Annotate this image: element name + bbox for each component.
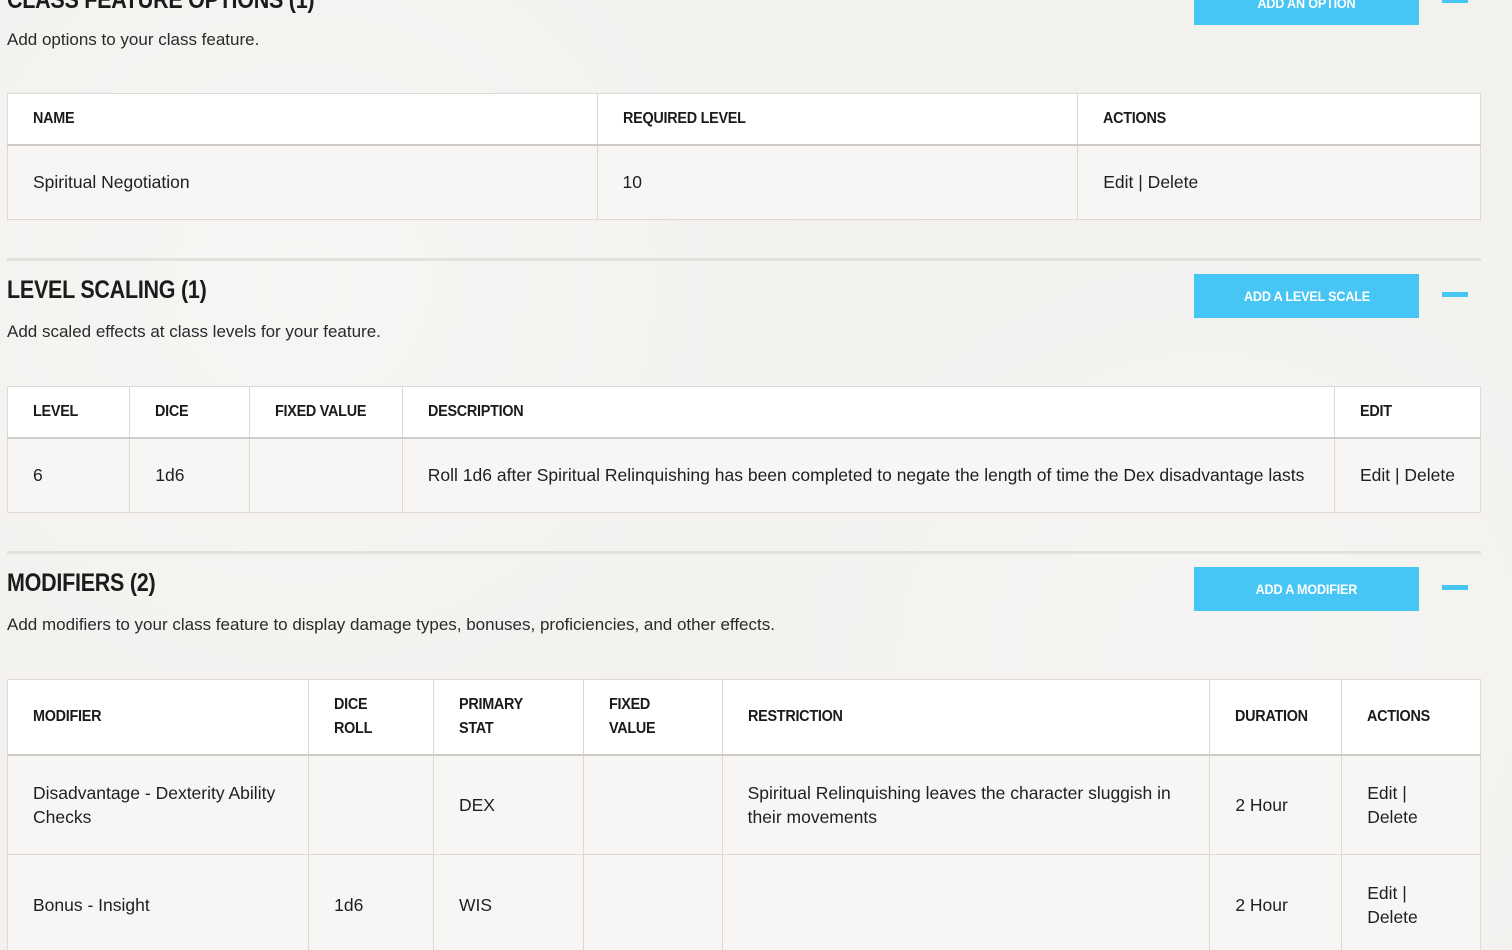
level-scaling-table: LEVEL DICE FIXED VALUE DESCRIPTION EDIT … xyxy=(6,386,1482,513)
modifiers-description: Add modifiers to your class feature to d… xyxy=(7,615,775,634)
option-name-cell: Spiritual Negotiation xyxy=(7,144,598,220)
dice-roll-cell xyxy=(308,754,434,855)
column-header-modifier[interactable]: MODIFIER xyxy=(6,679,310,756)
column-header-fixed-value[interactable]: FIXED VALUE xyxy=(249,386,403,439)
modifiers-section: MODIFIERS (2) Add modifiers to your clas… xyxy=(6,567,1481,950)
duration-cell: 2 Hour xyxy=(1209,754,1343,855)
modifier-cell: Disadvantage - Dexterity Ability Checks xyxy=(6,754,310,855)
minus-icon[interactable] xyxy=(1442,0,1468,3)
restriction-cell xyxy=(721,854,1211,950)
column-header-dice[interactable]: DICE xyxy=(129,386,251,439)
column-header-required-level[interactable]: REQUIRED LEVEL xyxy=(596,93,1079,146)
fixed-value-cell xyxy=(582,754,723,855)
column-header-primary-stat[interactable]: PRIMARY STAT xyxy=(432,679,584,756)
table-row: Spiritual Negotiation 10 Edit | Delete xyxy=(7,144,1481,220)
modifiers-table: MODIFIER DICE ROLL PRIMARY STAT FIXED VA… xyxy=(6,679,1481,950)
minus-icon[interactable] xyxy=(1442,585,1468,590)
column-header-actions: ACTIONS xyxy=(1341,679,1481,756)
level-scaling-section: LEVEL SCALING (1) Add scaled effects at … xyxy=(6,274,1482,519)
description-cell: Roll 1d6 after Spiritual Relinquishing h… xyxy=(401,437,1335,513)
class-feature-editor-page: CLASS FEATURE OPTIONS (1) Add options to… xyxy=(0,0,1512,950)
column-header-level[interactable]: LEVEL xyxy=(6,386,131,439)
add-option-button-label: ADD AN OPTION xyxy=(1257,0,1356,11)
modifier-actions-edit-delete[interactable]: Edit | Delete xyxy=(1341,754,1481,855)
section-divider xyxy=(7,551,1481,554)
dice-cell: 1d6 xyxy=(129,437,251,513)
column-header-fixed-value[interactable]: FIXED VALUE xyxy=(582,679,723,756)
option-required-level-cell: 10 xyxy=(596,144,1079,220)
dice-roll-cell: 1d6 xyxy=(308,854,434,950)
modifier-actions-edit-delete[interactable]: Edit | Delete xyxy=(1341,854,1481,950)
column-header-name[interactable]: NAME xyxy=(7,93,598,146)
add-level-scale-button-label: ADD A LEVEL SCALE xyxy=(1243,288,1370,304)
column-header-actions: ACTIONS xyxy=(1077,93,1481,146)
class-feature-options-title: CLASS FEATURE OPTIONS (1) xyxy=(7,0,315,14)
modifiers-title: MODIFIERS (2) xyxy=(7,569,156,597)
restriction-cell: Spiritual Relinquishing leaves the chara… xyxy=(721,754,1211,855)
add-modifier-button[interactable]: ADD A MODIFIER xyxy=(1194,567,1419,611)
table-row: Disadvantage - Dexterity Ability Checks … xyxy=(6,754,1481,855)
level-cell: 6 xyxy=(6,437,131,513)
level-scaling-title: LEVEL SCALING (1) xyxy=(7,276,207,304)
table-row: 6 1d6 Roll 1d6 after Spiritual Relinquis… xyxy=(6,437,1482,513)
column-header-duration[interactable]: DURATION xyxy=(1209,679,1343,756)
column-header-edit: EDIT xyxy=(1333,386,1482,439)
add-option-button[interactable]: ADD AN OPTION xyxy=(1194,0,1419,25)
add-modifier-button-label: ADD A MODIFIER xyxy=(1255,581,1358,597)
duration-cell: 2 Hour xyxy=(1209,854,1343,950)
fixed-value-cell xyxy=(582,854,723,950)
column-header-description[interactable]: DESCRIPTION xyxy=(401,386,1335,439)
primary-stat-cell: WIS xyxy=(432,854,584,950)
modifier-cell: Bonus - Insight xyxy=(6,854,310,950)
level-scale-actions-edit-delete[interactable]: Edit | Delete xyxy=(1333,437,1482,513)
column-header-restriction[interactable]: RESTRICTION xyxy=(721,679,1211,756)
table-row: Bonus - Insight 1d6 WIS 2 Hour Edit | De… xyxy=(6,854,1481,950)
add-level-scale-button[interactable]: ADD A LEVEL SCALE xyxy=(1194,274,1419,318)
primary-stat-cell: DEX xyxy=(432,754,584,855)
fixed-value-cell xyxy=(249,437,403,513)
class-feature-options-table: NAME REQUIRED LEVEL ACTIONS Spiritual Ne… xyxy=(7,93,1481,220)
level-scaling-description: Add scaled effects at class levels for y… xyxy=(7,322,381,341)
minus-icon[interactable] xyxy=(1442,292,1468,297)
section-divider xyxy=(7,258,1481,261)
class-feature-options-section: CLASS FEATURE OPTIONS (1) Add options to… xyxy=(7,0,1481,230)
option-actions-edit-delete[interactable]: Edit | Delete xyxy=(1077,144,1481,220)
column-header-dice-roll[interactable]: DICE ROLL xyxy=(308,679,434,756)
class-feature-options-description: Add options to your class feature. xyxy=(7,30,260,49)
